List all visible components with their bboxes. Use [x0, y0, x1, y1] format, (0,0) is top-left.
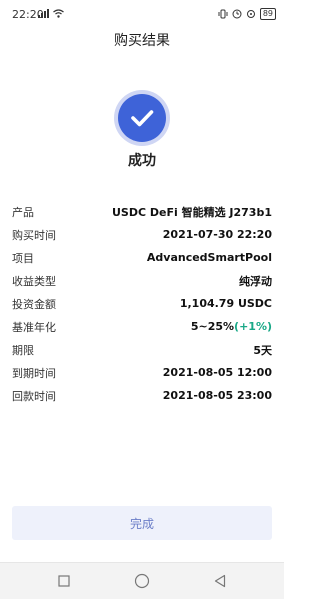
sync-icon — [246, 10, 255, 18]
wifi-icon — [53, 9, 64, 18]
circle-home-icon — [134, 573, 150, 589]
detail-value: 2021-08-05 12:00 — [162, 366, 272, 379]
check-icon — [131, 110, 154, 127]
detail-row-investment-amount: 投资金额 1,104.79 USDC — [12, 292, 272, 315]
success-status-text: 成功 — [128, 153, 156, 169]
detail-row-repayment-time: 回款时间 2021-08-05 23:00 — [12, 384, 272, 407]
done-button[interactable]: 完成 — [12, 506, 272, 540]
status-right-icons: 89 — [218, 8, 276, 20]
detail-row-project: 项目 AdvancedSmartPool — [12, 246, 272, 269]
detail-value: AdvancedSmartPool — [146, 251, 272, 264]
page-title: 购买结果 — [114, 33, 170, 49]
detail-label: 基准年化 — [12, 320, 56, 334]
detail-label: 期限 — [12, 343, 34, 357]
detail-row-term: 期限 5天 — [12, 338, 272, 361]
success-circle — [118, 94, 166, 142]
home-button[interactable] — [133, 572, 151, 590]
detail-label: 到期时间 — [12, 366, 56, 380]
detail-value: USDC DeFi 智能精选 J273b1 — [111, 205, 272, 219]
detail-value-group: 5~25%(+1%) — [191, 320, 272, 333]
detail-row-maturity-time: 到期时间 2021-08-05 12:00 — [12, 361, 272, 384]
recents-button[interactable] — [55, 572, 73, 590]
status-left-icons — [38, 9, 64, 18]
detail-row-product: 产品 USDC DeFi 智能精选 J273b1 — [12, 200, 272, 223]
detail-value: 2021-07-30 22:20 — [162, 228, 272, 241]
triangle-back-icon — [214, 574, 226, 588]
bonus-rate: (+1%) — [234, 320, 272, 333]
square-recents-icon — [58, 575, 70, 587]
detail-label: 回款时间 — [12, 389, 56, 403]
success-check-icon — [114, 90, 170, 146]
detail-value: 1,104.79 USDC — [179, 297, 272, 310]
back-button[interactable] — [211, 572, 229, 590]
detail-row-annual-rate: 基准年化 5~25%(+1%) — [12, 315, 272, 338]
clock-icon — [232, 9, 242, 19]
detail-label: 产品 — [12, 205, 34, 219]
system-navigation-bar — [0, 562, 284, 599]
signal-icon — [38, 9, 49, 18]
battery-icon: 89 — [259, 8, 276, 20]
detail-label: 投资金额 — [12, 297, 56, 311]
detail-value: 2021-08-05 23:00 — [162, 389, 272, 402]
done-button-label: 完成 — [129, 516, 154, 531]
vibrate-icon — [218, 9, 228, 19]
status-bar: 22:20 89 — [0, 0, 284, 30]
purchase-details: 产品 USDC DeFi 智能精选 J273b1 购买时间 2021-07-30… — [12, 200, 272, 407]
detail-row-purchase-time: 购买时间 2021-07-30 22:20 — [12, 223, 272, 246]
detail-value: 纯浮动 — [239, 274, 272, 288]
detail-value: 5天 — [253, 343, 272, 357]
detail-label: 项目 — [12, 251, 34, 265]
detail-label: 收益类型 — [12, 274, 56, 288]
detail-row-income-type: 收益类型 纯浮动 — [12, 269, 272, 292]
detail-label: 购买时间 — [12, 228, 56, 242]
detail-value: 5~25% — [190, 320, 235, 333]
